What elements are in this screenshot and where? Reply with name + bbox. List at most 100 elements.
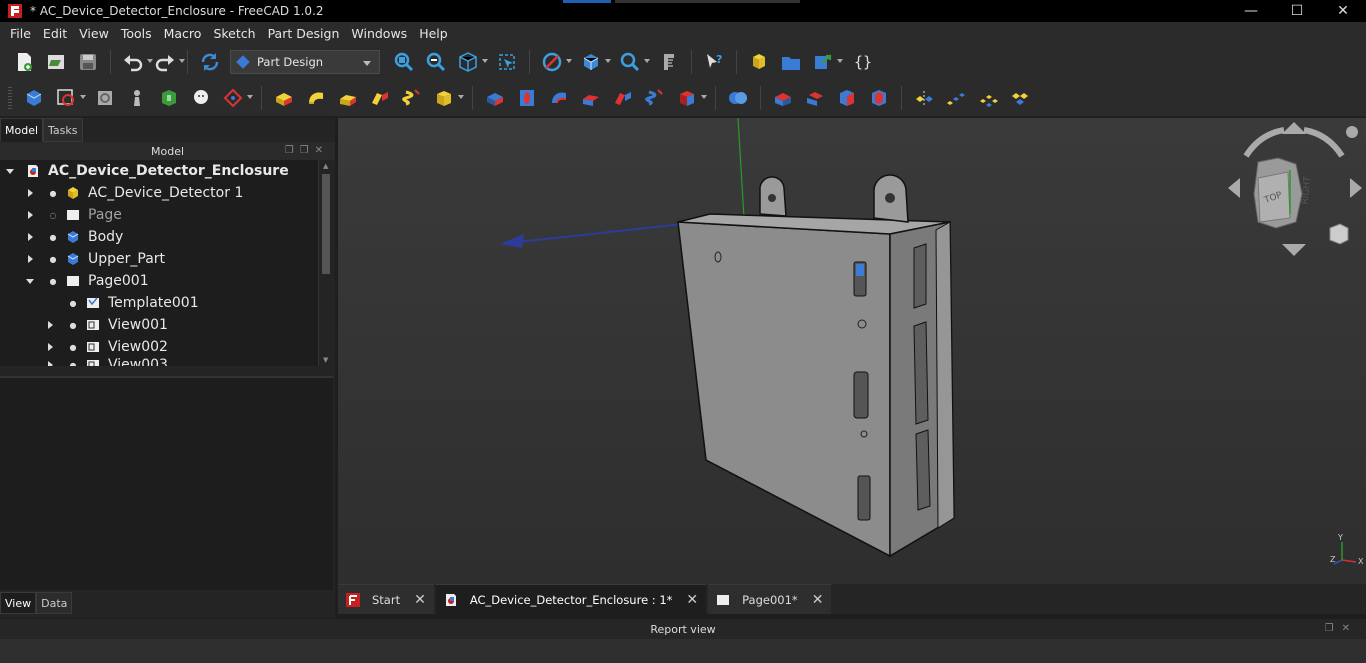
redo-button[interactable]: [152, 49, 185, 75]
chevron-right-icon[interactable]: [46, 320, 56, 330]
section-button[interactable]: [656, 49, 682, 75]
doc-tab-page001[interactable]: Page001* ✕: [708, 584, 832, 614]
save-button[interactable]: [75, 49, 101, 75]
eye-icon[interactable]: ●: [66, 343, 80, 352]
pocket-button[interactable]: [482, 85, 508, 111]
workbench-selector[interactable]: Part Design: [230, 50, 380, 74]
eye-icon[interactable]: ●: [46, 277, 60, 286]
clone-button[interactable]: [188, 85, 214, 111]
additive-loft-button[interactable]: [335, 85, 361, 111]
fit-selection-button[interactable]: [423, 49, 449, 75]
tree-item[interactable]: ● View002: [0, 336, 318, 358]
whats-this-button[interactable]: ?: [701, 49, 727, 75]
chevron-right-icon[interactable]: [26, 188, 36, 198]
navcube-left-arrow-icon[interactable]: [1228, 178, 1240, 198]
tree-item[interactable]: ● View003: [0, 357, 318, 366]
create-part-button[interactable]: [746, 49, 772, 75]
minimize-button[interactable]: —: [1228, 0, 1274, 22]
menu-sketch[interactable]: Sketch: [207, 26, 261, 41]
navcube-right-arrow-icon[interactable]: [1350, 178, 1362, 198]
eye-icon[interactable]: ●: [46, 189, 60, 198]
thickness-button[interactable]: [866, 85, 892, 111]
close-icon[interactable]: ✕: [414, 592, 426, 608]
menu-tools[interactable]: Tools: [115, 26, 158, 41]
link-actions-button[interactable]: [810, 49, 843, 75]
tree-item[interactable]: ● Template001: [0, 292, 318, 314]
eye-hidden-icon[interactable]: ◌: [46, 211, 60, 220]
multi-transform-button[interactable]: [1007, 85, 1033, 111]
tab-data[interactable]: Data: [36, 592, 73, 614]
additive-helix-button[interactable]: [399, 85, 425, 111]
standard-views-button[interactable]: [455, 49, 488, 75]
navcube-down-arrow-icon[interactable]: [1282, 244, 1306, 256]
menu-edit[interactable]: Edit: [37, 26, 73, 41]
navcube-rotate-left-icon[interactable]: [1243, 127, 1285, 158]
eye-icon[interactable]: ●: [46, 255, 60, 264]
open-button[interactable]: [43, 49, 69, 75]
menu-help[interactable]: Help: [413, 26, 454, 41]
close-icon[interactable]: ✕: [812, 592, 824, 608]
tab-tasks[interactable]: Tasks: [43, 118, 83, 142]
chevron-right-icon[interactable]: [26, 232, 36, 242]
refresh-button[interactable]: [197, 49, 223, 75]
tree-item[interactable]: ● AC_Device_Detector 1: [0, 182, 318, 204]
close-icon[interactable]: ✕: [686, 592, 698, 608]
menu-view[interactable]: View: [73, 26, 115, 41]
check-geometry-button[interactable]: [124, 85, 150, 111]
eye-icon[interactable]: ●: [66, 321, 80, 330]
tree-item[interactable]: ● Page001: [0, 270, 318, 292]
chevron-right-icon[interactable]: [26, 210, 36, 220]
close-button[interactable]: ✕: [1320, 0, 1366, 22]
additive-primitive-button[interactable]: [431, 85, 464, 111]
3d-scene[interactable]: TOP RIGHT Y Z X: [338, 118, 1366, 584]
chamfer-button[interactable]: [802, 85, 828, 111]
eye-icon[interactable]: ●: [46, 233, 60, 242]
menu-windows[interactable]: Windows: [345, 26, 413, 41]
menu-file[interactable]: File: [4, 26, 37, 41]
scroll-up-icon[interactable]: ▲: [323, 162, 328, 170]
eye-icon[interactable]: ●: [66, 299, 80, 308]
hole-button[interactable]: [514, 85, 540, 111]
linear-pattern-button[interactable]: [943, 85, 969, 111]
datum-button[interactable]: [220, 85, 253, 111]
chevron-down-icon[interactable]: [26, 276, 36, 286]
subtractive-pipe-button[interactable]: [610, 85, 636, 111]
measure-button[interactable]: [617, 49, 650, 75]
subtractive-loft-button[interactable]: [578, 85, 604, 111]
validate-sketch-button[interactable]: [92, 85, 118, 111]
fit-all-button[interactable]: [391, 49, 417, 75]
subtractive-helix-button[interactable]: [642, 85, 668, 111]
revolution-button[interactable]: [303, 85, 329, 111]
tab-model[interactable]: Model: [0, 118, 44, 142]
draft-button[interactable]: [834, 85, 860, 111]
boolean-button[interactable]: [725, 85, 751, 111]
new-document-button[interactable]: [11, 49, 37, 75]
maximize-button[interactable]: ☐: [1274, 0, 1320, 22]
shape-binder-button[interactable]: [156, 85, 182, 111]
menu-part-design[interactable]: Part Design: [262, 26, 346, 41]
panel-float-close-buttons[interactable]: ❐❐✕: [285, 145, 329, 156]
tree-item[interactable]: ◌ Page: [0, 204, 318, 226]
additive-pipe-button[interactable]: [367, 85, 393, 111]
3d-viewport[interactable]: TOP RIGHT Y Z X: [338, 118, 1366, 584]
panel-float-close-buttons[interactable]: ❐✕: [1325, 623, 1358, 634]
tree-item[interactable]: ● Upper_Part: [0, 248, 318, 270]
groove-button[interactable]: [546, 85, 572, 111]
tree-item[interactable]: ● View001: [0, 314, 318, 336]
navcube-rotate-right-icon[interactable]: [1303, 127, 1345, 158]
scrollbar-thumb[interactable]: [322, 174, 330, 274]
polar-pattern-button[interactable]: [975, 85, 1001, 111]
chevron-right-icon[interactable]: [26, 254, 36, 264]
fillet-button[interactable]: [770, 85, 796, 111]
doc-tab-enclosure[interactable]: AC_Device_Detector_Enclosure : 1* ✕: [435, 584, 707, 614]
undo-button[interactable]: [120, 49, 153, 75]
navcube-up-arrow-icon[interactable]: [1282, 122, 1306, 134]
scroll-down-icon[interactable]: ▼: [323, 356, 328, 364]
tab-view[interactable]: View: [0, 592, 37, 614]
add-variable-set-button[interactable]: {}: [849, 49, 875, 75]
pad-button[interactable]: [271, 85, 297, 111]
menu-macro[interactable]: Macro: [158, 26, 208, 41]
chevron-right-icon[interactable]: [46, 342, 56, 352]
doc-tab-start[interactable]: Start ✕: [338, 584, 434, 614]
create-sketch-button[interactable]: [53, 85, 86, 111]
